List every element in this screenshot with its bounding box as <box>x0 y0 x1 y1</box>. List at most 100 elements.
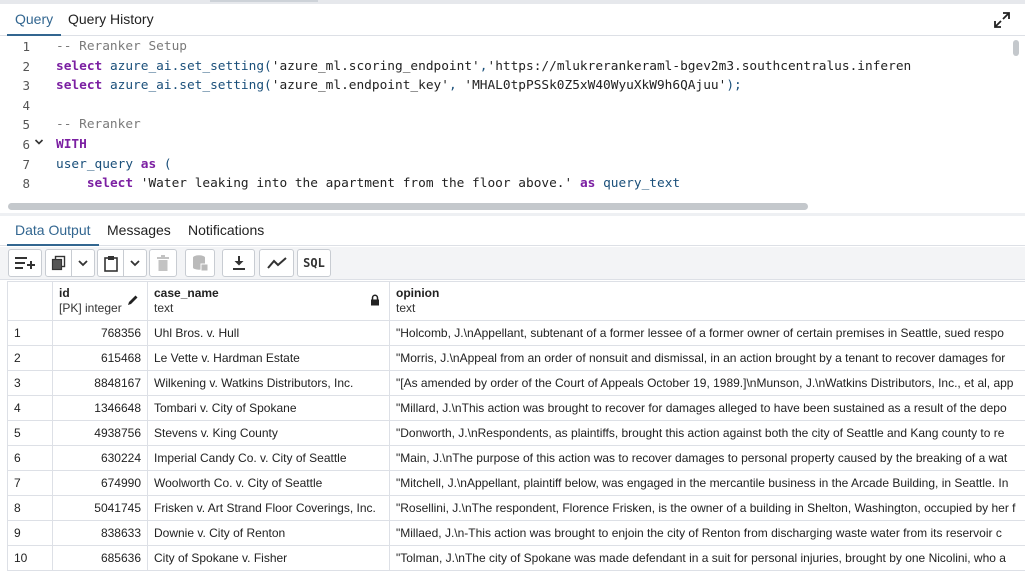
table-row[interactable]: 5 4938756 Stevens v. King County "Donworth,… <box>7 420 1025 446</box>
row-number: 3 <box>7 370 53 396</box>
cell-case-name[interactable]: City of Spokane v. Fisher <box>147 545 390 571</box>
table-row[interactable]: 4 1346648 Tombari v. City of Spokane "Milla… <box>7 395 1025 421</box>
cell-id[interactable]: 4938756 <box>52 420 148 446</box>
code-line[interactable]: select azure_ai.set_setting('azure_ml.en… <box>56 76 742 96</box>
download-button[interactable] <box>222 249 255 277</box>
code-token: 'https://mlukrerankeraml-bgev2m3.southce… <box>487 58 912 74</box>
add-row-button[interactable] <box>8 249 42 277</box>
code-line[interactable]: WITH <box>56 135 87 155</box>
code-line[interactable]: user_query as ( <box>56 155 172 175</box>
row-number: 9 <box>7 520 53 546</box>
cell-opinion[interactable]: "Holcomb, J.\nAppellant, subtenant of a … <box>389 320 1025 346</box>
cell-id[interactable]: 5041745 <box>52 495 148 521</box>
cell-opinion[interactable]: "Rosellini, J.\nThe respondent, Florence… <box>389 495 1025 521</box>
cell-case-name[interactable]: Tombari v. City of Spokane <box>147 395 390 421</box>
cell-case-name[interactable]: Imperial Candy Co. v. City of Seattle <box>147 445 390 471</box>
code-line[interactable]: -- Reranker <box>56 115 141 135</box>
cell-id[interactable]: 630224 <box>52 445 148 471</box>
column-header-opinion[interactable]: opinion text <box>389 281 1025 321</box>
code-token: azure_ai.set_setting( <box>102 78 272 94</box>
code-token: 'Water leaking into the apartment from t… <box>133 176 573 192</box>
line-number: 1 <box>22 39 30 54</box>
cell-case-name[interactable]: Woolworth Co. v. City of Seattle <box>147 470 390 496</box>
cell-case-name[interactable]: Uhl Bros. v. Hull <box>147 320 390 346</box>
graph-visualiser-button[interactable] <box>259 249 294 277</box>
delete-row-button[interactable] <box>149 249 177 277</box>
tab-notifications[interactable]: Notifications <box>188 216 264 245</box>
cell-case-name[interactable]: Le Vette v. Hardman Estate <box>147 345 390 371</box>
code-token: 'MHAL0tpPSSk0Z5xW40WyuXkW9h6QAjuu' <box>464 78 727 94</box>
cell-id[interactable]: 1346648 <box>52 395 148 421</box>
table-row[interactable]: 6 630224 Imperial Candy Co. v. City of Sea… <box>7 445 1025 471</box>
paste-button[interactable] <box>97 249 124 277</box>
row-number: 1 <box>7 320 53 346</box>
table-row[interactable]: 3 8848167 Wilkening v. Watkins Distributor… <box>7 370 1025 396</box>
cell-case-name[interactable]: Downie v. City of Renton <box>147 520 390 546</box>
cell-id[interactable]: 8848167 <box>52 370 148 396</box>
copy-button[interactable] <box>45 249 72 277</box>
code-token: 'azure_ml.endpoint_key' <box>271 78 449 94</box>
results-table: id [PK] integer case_name text opinion t… <box>7 281 1025 571</box>
table-row[interactable]: 9 838633 Downie v. City of Renton "Millaed,… <box>7 520 1025 546</box>
sql-editor[interactable]: 1 2 3 4 5 6 7 8 -- Reranker Setup select azure_a… <box>0 37 1025 214</box>
tab-data-output[interactable]: Data Output <box>7 216 98 246</box>
code-line[interactable]: -- Reranker Setup <box>56 37 187 57</box>
code-token: azure_ai.set_setting( <box>102 58 272 74</box>
row-number: 7 <box>7 470 53 496</box>
cell-case-name[interactable]: Wilkening v. Watkins Distributors, Inc. <box>147 370 390 396</box>
cell-opinion[interactable]: "Donworth, J.\nRespondents, as plaintiff… <box>389 420 1025 446</box>
row-number: 8 <box>7 495 53 521</box>
column-type: text <box>154 301 174 315</box>
line-number: 7 <box>22 156 30 172</box>
cell-id[interactable]: 685636 <box>52 545 148 571</box>
cell-id[interactable]: 615468 <box>52 345 148 371</box>
query-tab-bar: Query Query History <box>0 4 1025 36</box>
code-token: ); <box>726 78 742 94</box>
tab-query[interactable]: Query <box>6 4 62 36</box>
editor-gutter: 1 2 3 4 5 6 7 8 <box>0 37 50 202</box>
cell-case-name[interactable]: Frisken v. Art Strand Floor Coverings, I… <box>147 495 390 521</box>
table-row[interactable]: 1 768356 Uhl Bros. v. Hull "Holcomb, J.\nAp… <box>7 320 1025 346</box>
line-number: 3 <box>22 78 30 94</box>
cell-id[interactable]: 838633 <box>52 520 148 546</box>
code-token: as <box>579 176 596 192</box>
sql-button[interactable]: SQL <box>297 249 331 277</box>
cell-id[interactable]: 768356 <box>52 320 148 346</box>
column-header-case-name[interactable]: case_name text <box>147 281 390 321</box>
copy-options-dropdown[interactable] <box>72 249 95 277</box>
editor-horizontal-scrollbar[interactable] <box>8 203 808 210</box>
column-header-id[interactable]: id [PK] integer <box>52 281 148 321</box>
cell-opinion[interactable]: "Morris, J.\nAppeal from an order of non… <box>389 345 1025 371</box>
editor-vertical-scrollbar[interactable] <box>1013 40 1019 56</box>
cell-opinion[interactable]: "Mitchell, J.\nAppellant, plaintiff belo… <box>389 470 1025 496</box>
cell-opinion[interactable]: "Main, J.\nThe purpose of this action wa… <box>389 445 1025 471</box>
trash-icon <box>157 255 169 271</box>
code-line[interactable]: select 'Water leaking into the apartment… <box>56 174 680 194</box>
table-row[interactable]: 10 685636 City of Spokane v. Fisher "Tolman… <box>7 545 1025 571</box>
expand-icon[interactable] <box>993 11 1011 29</box>
cell-case-name[interactable]: Stevens v. King County <box>147 420 390 446</box>
code-token: ( <box>156 156 172 172</box>
table-row[interactable]: 8 5041745 Frisken v. Art Strand Floor Cove… <box>7 495 1025 521</box>
column-name: case_name <box>154 286 219 300</box>
table-row[interactable]: 2 615468 Le Vette v. Hardman Estate "Morris… <box>7 345 1025 371</box>
copy-icon <box>51 255 65 271</box>
pencil-icon <box>128 295 138 305</box>
cell-opinion[interactable]: "Millaed, J.\n-This action was brought t… <box>389 520 1025 546</box>
save-data-button[interactable] <box>185 249 215 277</box>
table-header-row: id [PK] integer case_name text opinion t… <box>7 281 1025 321</box>
line-number: 4 <box>22 97 30 113</box>
tab-query-history[interactable]: Query History <box>68 4 154 35</box>
fold-chevron-icon[interactable] <box>34 135 44 155</box>
code-line[interactable]: select azure_ai.set_setting('azure_ml.sc… <box>56 57 911 77</box>
cell-opinion[interactable]: "Tolman, J.\nThe city of Spokane was mad… <box>389 545 1025 571</box>
cell-opinion[interactable]: "Millard, J.\nThis action was brought to… <box>389 395 1025 421</box>
cell-opinion[interactable]: "[As amended by order of the Court of Ap… <box>389 370 1025 396</box>
cell-id[interactable]: 674990 <box>52 470 148 496</box>
sql-label: SQL <box>303 256 325 270</box>
table-row[interactable]: 7 674990 Woolworth Co. v. City of Seattle "… <box>7 470 1025 496</box>
paste-options-dropdown[interactable] <box>124 249 147 277</box>
tab-messages[interactable]: Messages <box>107 216 171 245</box>
